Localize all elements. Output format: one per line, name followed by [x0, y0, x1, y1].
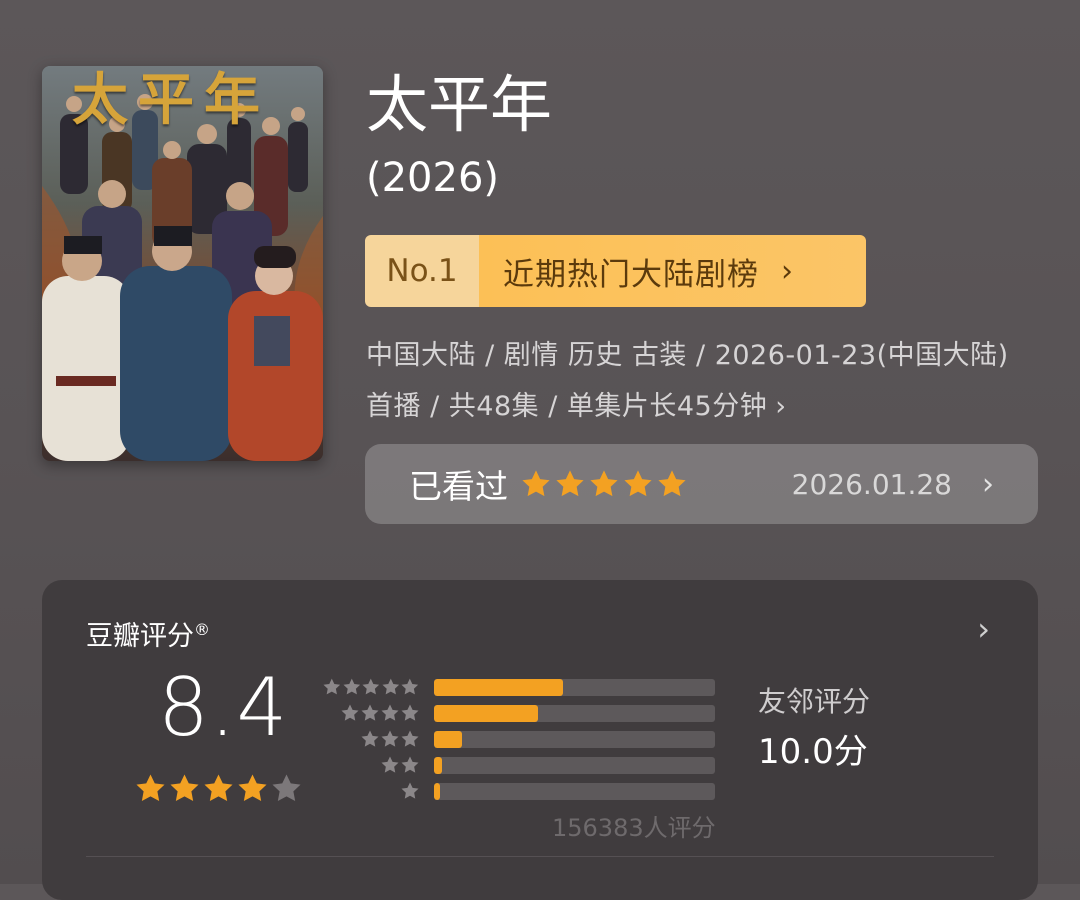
registered-mark: ® — [194, 620, 210, 639]
distribution-bar-fill — [434, 679, 564, 696]
star-icon — [341, 704, 359, 721]
star-icon — [238, 774, 267, 802]
star-icon — [204, 774, 233, 802]
star-icon — [401, 730, 419, 747]
star-icon — [170, 774, 199, 802]
divider — [86, 856, 994, 857]
meta-text: 中国大陆 / 剧情 历史 古装 / 2026-01-23(中国大陆)首播 / 共… — [366, 340, 1009, 422]
distribution-stars — [322, 703, 420, 723]
watched-status-bar[interactable]: 已看过 2026.01.28 › — [365, 444, 1038, 524]
distribution-stars — [322, 781, 420, 801]
star-icon — [590, 470, 618, 497]
chevron-right-icon: › — [982, 466, 994, 502]
star-icon — [658, 470, 686, 497]
rating-source-label: 豆瓣评分 — [86, 621, 194, 652]
douban-rating-card[interactable]: 豆瓣评分® › 8.4 156383人评分 友邻评分 10.0分 — [42, 580, 1038, 900]
star-icon — [362, 678, 380, 695]
distribution-bar — [434, 731, 715, 748]
watched-date: 2026.01.28 — [791, 467, 952, 501]
star-icon — [381, 704, 399, 721]
star-icon — [522, 470, 550, 497]
distribution-stars — [322, 677, 420, 697]
star-icon — [343, 678, 360, 695]
watched-label: 已看过 — [409, 467, 508, 506]
distribution-bar-fill — [434, 757, 443, 774]
distribution-bar — [434, 783, 715, 800]
rank-list-label: 近期热门大陆剧榜 — [503, 256, 759, 293]
distribution-bar — [434, 679, 715, 696]
distribution-bar-fill — [434, 783, 440, 800]
rank-badge[interactable]: No.1 近期热门大陆剧榜 › — [365, 235, 866, 307]
star-icon — [401, 704, 419, 721]
star-icon — [323, 678, 341, 695]
distribution-bar-fill — [434, 705, 538, 722]
chevron-right-icon: › — [781, 253, 794, 289]
rank-list-link[interactable]: 近期热门大陆剧榜 › — [479, 235, 866, 307]
chevron-right-icon[interactable]: › — [977, 610, 990, 648]
rating-card-title: 豆瓣评分® — [86, 614, 210, 653]
star-icon — [272, 774, 301, 802]
distribution-stars — [322, 755, 420, 775]
distribution-bar — [434, 757, 715, 774]
star-icon — [556, 470, 584, 497]
show-year: (2026) — [366, 155, 500, 201]
distribution-bar — [434, 705, 715, 722]
friends-rating-score: 10.0分 — [758, 732, 868, 772]
star-icon — [361, 730, 379, 747]
star-icon — [361, 704, 379, 721]
star-icon — [136, 774, 165, 802]
chevron-right-icon: › — [775, 391, 787, 422]
star-icon — [381, 756, 399, 773]
rating-stars — [134, 772, 303, 805]
poster-image[interactable]: 太平年 — [42, 66, 323, 461]
star-icon — [401, 782, 419, 799]
rank-number: No.1 — [365, 235, 479, 307]
star-icon — [401, 678, 419, 695]
rating-score: 8.4 — [158, 661, 289, 754]
show-title: 太平年 — [366, 68, 553, 141]
star-icon — [381, 730, 399, 747]
distribution-stars — [322, 729, 420, 749]
distribution-bar-fill — [434, 731, 463, 748]
my-rating-stars — [520, 468, 688, 500]
friends-rating-label: 友邻评分 — [758, 685, 871, 718]
star-icon — [382, 678, 399, 695]
poster-title-text: 太平年 — [72, 67, 270, 133]
show-meta-info[interactable]: 中国大陆 / 剧情 历史 古装 / 2026-01-23(中国大陆)首播 / 共… — [366, 330, 1036, 432]
rating-count: 156383人评分 — [552, 814, 716, 842]
star-icon — [624, 470, 652, 497]
star-icon — [401, 756, 419, 773]
